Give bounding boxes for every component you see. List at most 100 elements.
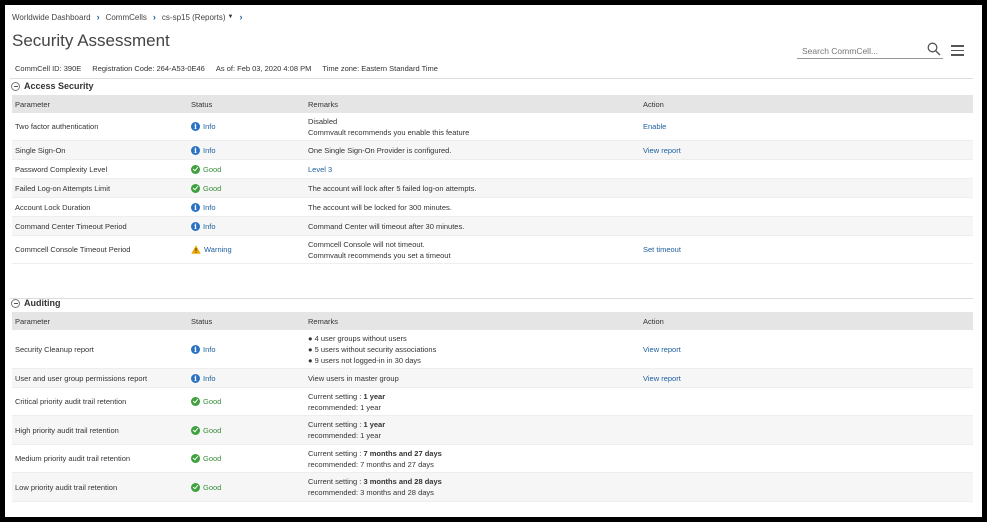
section-title: Auditing (24, 298, 61, 308)
status-link[interactable]: Good (203, 397, 221, 406)
table-row: Commcell Console Timeout Period Warning … (12, 236, 973, 264)
status-link[interactable]: Warning (204, 245, 232, 254)
remark-line: Commvault recommends you set a timeout (308, 250, 451, 260)
table-header: Parameter Status Remarks Action (12, 95, 973, 113)
info-circle-icon: i (191, 373, 200, 383)
table-row: Account Lock Duration i Info The account … (12, 198, 973, 217)
collapse-minus-icon[interactable] (11, 298, 20, 308)
remarks-cell: The account will be locked for 300 minut… (305, 202, 640, 213)
check-circle-icon (191, 164, 200, 174)
current-setting-value: 7 months and 27 days (363, 448, 442, 458)
breadcrumb-item-worldwide-dashboard[interactable]: Worldwide Dashboard (12, 13, 91, 22)
recommended-setting: recommended: 3 months and 28 days (308, 488, 434, 497)
view-report-link[interactable]: View report (643, 374, 681, 383)
recommended-setting: recommended: 1 year (308, 431, 381, 440)
remark-bullet: ● 9 users not logged-in in 30 days (308, 355, 421, 365)
remark-line: The account will be locked for 300 minut… (308, 202, 452, 212)
status-cell: Warning (188, 245, 305, 254)
status-link[interactable]: Good (203, 165, 221, 174)
breadcrumb-item-commcell[interactable]: cs-sp15 (Reports) (162, 13, 226, 22)
status-link[interactable]: Info (203, 203, 216, 212)
status-link[interactable]: Info (203, 222, 216, 231)
current-setting-value: 1 year (363, 391, 386, 401)
current-setting-label: Current setting : (308, 477, 362, 486)
remark-line: Commcell Console will not timeout. (308, 239, 425, 249)
remarks-cell: Current setting : 3 months and 28 days re… (305, 476, 640, 498)
collapse-minus-icon[interactable] (11, 81, 20, 91)
table-row: Critical priority audit trail retention … (12, 388, 973, 416)
hamburger-menu-icon[interactable] (951, 45, 964, 57)
status-link[interactable]: Info (203, 374, 216, 383)
column-header-status: Status (191, 316, 213, 326)
level-link[interactable]: Level 3 (308, 165, 332, 174)
column-header-parameter: Parameter (15, 99, 51, 109)
status-cell: Good (188, 425, 305, 435)
registration-code: Registration Code: 264-A53-0E46 (92, 64, 205, 73)
status-cell: i Info (188, 221, 305, 231)
table-row: Medium priority audit trail retention Go… (12, 445, 973, 473)
enable-link[interactable]: Enable (643, 122, 666, 131)
status-cell: i Info (188, 145, 305, 155)
parameter-cell: Critical priority audit trail retention (15, 397, 127, 406)
search-icon[interactable] (927, 42, 941, 56)
current-setting-label: Current setting : (308, 420, 362, 429)
info-circle-icon: i (191, 122, 200, 131)
commcell-meta: CommCell ID: 390E Registration Code: 264… (15, 64, 449, 73)
current-setting-label: Current setting : (308, 448, 362, 458)
status-link[interactable]: Good (203, 483, 221, 492)
info-circle-icon: i (191, 145, 200, 155)
remark-line: Disabled (308, 116, 338, 126)
access-security-table: Parameter Status Remarks Action Two fact… (12, 95, 973, 264)
column-header-parameter: Parameter (15, 316, 51, 326)
remark-bullet: ● 4 user groups without users (308, 333, 407, 343)
set-timeout-link[interactable]: Set timeout (643, 245, 681, 254)
remark-line: Commvault recommends you enable this fea… (308, 127, 470, 137)
current-setting-value: 1 year (363, 420, 386, 429)
status-link[interactable]: Info (203, 122, 216, 131)
search-box (797, 42, 943, 59)
section-title: Access Security (24, 81, 94, 91)
info-circle-icon: i (191, 344, 200, 354)
parameter-cell: Medium priority audit trail retention (15, 454, 131, 463)
view-report-link[interactable]: View report (643, 146, 681, 155)
status-link[interactable]: Info (203, 146, 216, 155)
section-header-access-security[interactable]: Access Security (11, 81, 94, 91)
remarks-cell: Current setting : 7 months and 27 days re… (305, 448, 640, 470)
table-row: Password Complexity Level Good Level 3 (12, 160, 973, 179)
table-header: Parameter Status Remarks Action (12, 312, 973, 330)
section-header-auditing[interactable]: Auditing (11, 298, 61, 308)
parameter-cell: Failed Log-on Attempts Limit (15, 183, 111, 193)
status-link[interactable]: Good (203, 426, 221, 435)
table-row: Security Cleanup report i Info ● 4 user g… (12, 330, 973, 369)
action-cell: View report (640, 374, 973, 383)
check-circle-icon (191, 482, 200, 492)
breadcrumb-item-commcells[interactable]: CommCells (106, 13, 147, 22)
parameter-cell: Low priority audit trail retention (15, 482, 118, 492)
page-title: Security Assessment (12, 31, 170, 50)
column-header-remarks: Remarks (308, 316, 339, 326)
caret-down-icon[interactable]: ▼ (227, 14, 233, 20)
view-report-link[interactable]: View report (643, 345, 681, 354)
column-header-action: Action (643, 99, 664, 109)
table-row: High priority audit trail retention Good… (12, 416, 973, 445)
column-header-remarks: Remarks (308, 99, 339, 109)
remarks-cell: Commcell Console will not timeout. Commva… (305, 239, 640, 261)
remarks-cell: Current setting : 1 year recommended: 1 y… (305, 419, 640, 441)
chevron-right-icon: › (239, 12, 243, 22)
search-input[interactable] (797, 43, 917, 56)
status-link[interactable]: Good (203, 184, 221, 193)
recommended-setting: recommended: 7 months and 27 days (308, 459, 434, 469)
status-cell: Good (188, 183, 305, 193)
status-link[interactable]: Info (203, 345, 216, 354)
auditing-table: Parameter Status Remarks Action Security… (12, 312, 973, 502)
parameter-cell: Password Complexity Level (15, 164, 108, 174)
status-cell: Good (188, 482, 305, 492)
status-link[interactable]: Good (203, 454, 221, 463)
parameter-cell: Account Lock Duration (15, 202, 91, 212)
remarks-cell: ● 4 user groups without users ● 5 users … (305, 333, 640, 366)
check-circle-icon (191, 425, 200, 435)
chevron-right-icon: › (96, 12, 100, 22)
status-cell: i Info (188, 344, 305, 354)
status-cell: i Info (188, 122, 305, 131)
status-cell: i Info (188, 373, 305, 383)
